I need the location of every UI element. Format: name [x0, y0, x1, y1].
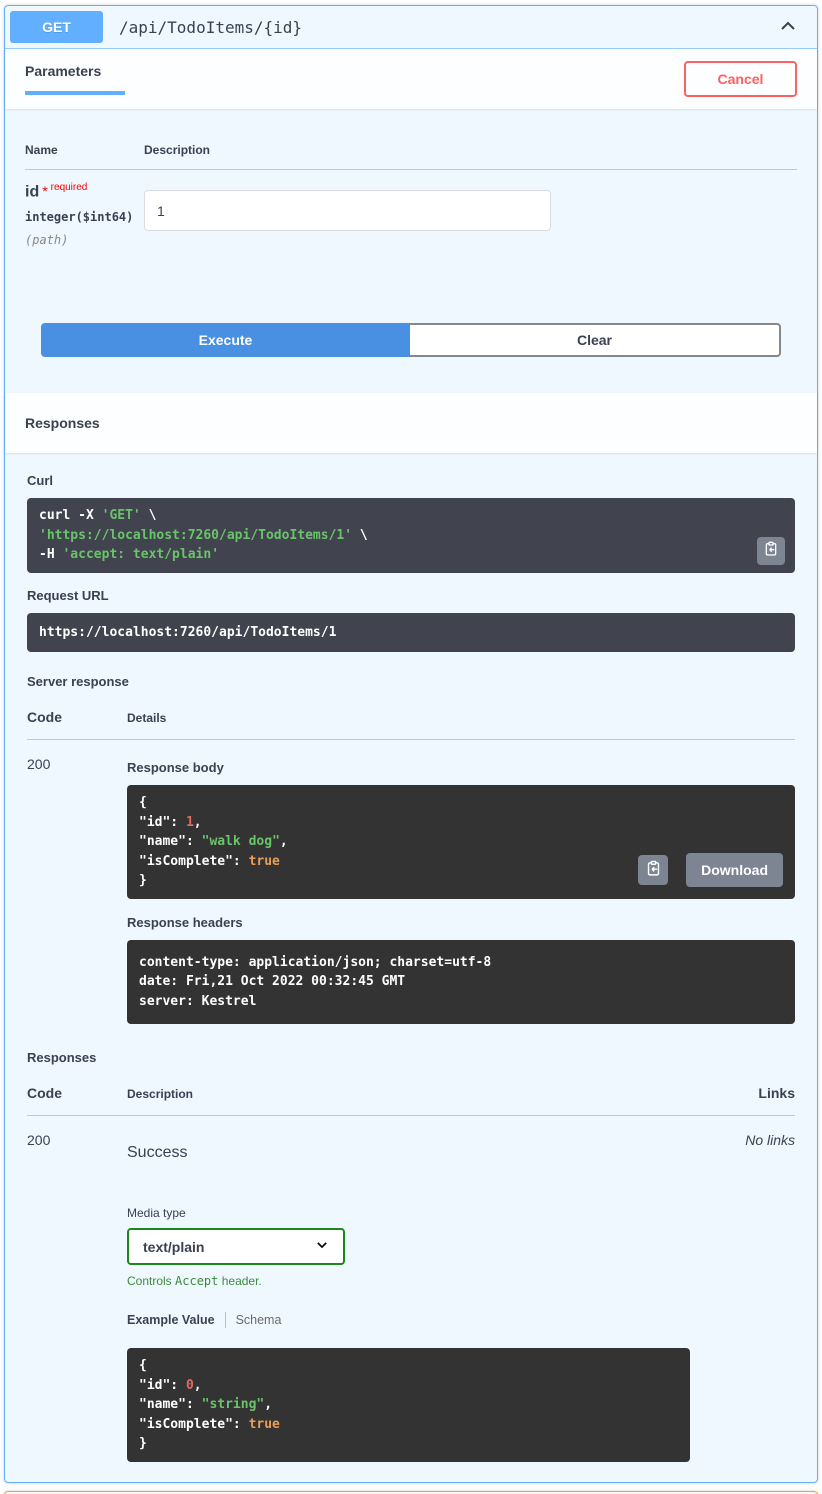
parameter-description-cell	[144, 182, 551, 247]
get-endpoint-path: /api/TodoItems/{id}	[103, 18, 302, 37]
server-response-status-code: 200	[27, 756, 127, 1028]
media-type-select[interactable]: text/plain	[127, 1228, 345, 1265]
tab-example-value[interactable]: Example Value	[127, 1313, 215, 1327]
media-type-label: Media type	[127, 1206, 715, 1220]
accept-header-note: Controls Accept header.	[127, 1274, 715, 1288]
response-body-label: Response body	[127, 760, 795, 775]
accept-note-code: Accept	[175, 1274, 218, 1288]
tab-schema[interactable]: Schema	[236, 1313, 282, 1327]
response-headers-block: content-type: application/json; charset=…	[127, 940, 795, 1025]
required-label: required	[51, 182, 88, 193]
parameters-section-header: Parameters Cancel	[5, 49, 817, 109]
copy-to-clipboard-icon	[763, 541, 779, 560]
get-endpoint-summary[interactable]: GET /api/TodoItems/{id}	[5, 6, 817, 49]
copy-to-clipboard-icon	[645, 860, 662, 880]
name-column-header: Name	[25, 143, 144, 157]
responses-inner: Curl curl -X 'GET' \ 'https://localhost:…	[5, 453, 817, 1482]
response-links: No links	[715, 1132, 795, 1462]
active-tab-indicator	[25, 91, 125, 95]
parameter-type: integer($int64)	[25, 210, 144, 224]
responses-table-header: Code Description Links	[27, 1075, 795, 1116]
tab-parameters[interactable]: Parameters	[25, 63, 125, 95]
parameter-name: id	[25, 183, 39, 200]
server-response-row: 200 Response body { "id": 1, "name": "wa…	[27, 740, 795, 1028]
download-button[interactable]: Download	[686, 853, 783, 887]
example-value-block: { "id": 0, "name": "string", "isComplete…	[127, 1348, 690, 1462]
copy-response-button[interactable]	[638, 855, 668, 885]
execute-button[interactable]: Execute	[41, 323, 410, 357]
parameter-location: (path)	[25, 233, 144, 247]
response-body-block: { "id": 1, "name": "walk dog", "isComple…	[127, 785, 795, 899]
copy-curl-button[interactable]	[757, 537, 785, 565]
opblock-get-todoitems-id: GET /api/TodoItems/{id} Parameters Cance…	[4, 5, 818, 1483]
request-url-block: https://localhost:7260/api/TodoItems/1	[27, 613, 795, 653]
parameter-meta: id* required integer($int64) (path)	[25, 182, 144, 247]
media-type-value: text/plain	[143, 1239, 204, 1255]
parameter-row-id: id* required integer($int64) (path)	[25, 170, 797, 247]
responses-table-row-200: 200 Success Media type text/plain Contro…	[27, 1116, 795, 1462]
id-parameter-input[interactable]	[144, 190, 551, 231]
description-column-header: Description	[144, 143, 210, 157]
curl-command-block: curl -X 'GET' \ 'https://localhost:7260/…	[27, 498, 795, 573]
clear-button[interactable]: Clear	[410, 323, 781, 357]
response-status-code: 200	[27, 1132, 127, 1462]
server-response-title: Server response	[27, 674, 795, 689]
required-asterisk: *	[42, 183, 47, 199]
accept-note-post: header.	[218, 1274, 261, 1288]
cancel-button[interactable]: Cancel	[684, 61, 797, 97]
model-example-tabs: Example Value Schema	[127, 1312, 715, 1328]
request-url-label: Request URL	[27, 588, 795, 603]
curl-label: Curl	[27, 473, 795, 488]
links-column-header: Links	[715, 1085, 795, 1101]
execute-button-group: Execute Clear	[5, 303, 817, 377]
accept-note-pre: Controls	[127, 1274, 175, 1288]
details-column-header: Details	[127, 711, 795, 725]
code-column-header: Code	[27, 709, 127, 725]
responses-band-title: Responses	[25, 415, 100, 431]
response-headers-label: Response headers	[127, 915, 795, 930]
responses-section-header: Responses	[5, 393, 817, 453]
get-method-badge: GET	[10, 11, 103, 43]
chevron-up-icon	[778, 16, 798, 39]
response-description-cell: Success Media type text/plain Controls A…	[127, 1132, 715, 1462]
response-body-actions: Download	[638, 853, 783, 887]
response-description: Success	[127, 1144, 715, 1162]
code-column-header: Code	[27, 1085, 127, 1101]
description-column-header: Description	[127, 1087, 715, 1101]
collapse-endpoint-button[interactable]	[764, 12, 812, 43]
parameters-tab-label: Parameters	[25, 63, 125, 79]
tab-separator	[225, 1312, 226, 1328]
server-response-details: Response body { "id": 1, "name": "walk d…	[127, 756, 795, 1028]
responses-table-title: Responses	[27, 1050, 795, 1065]
parameters-area: Name Description id* required integer($in…	[5, 109, 817, 267]
server-response-table-header: Code Details	[27, 699, 795, 740]
chevron-down-icon	[315, 1238, 329, 1255]
parameters-table-header: Name Description	[25, 129, 797, 170]
swagger-page: GET /api/TodoItems/{id} Parameters Cance…	[0, 0, 822, 1494]
